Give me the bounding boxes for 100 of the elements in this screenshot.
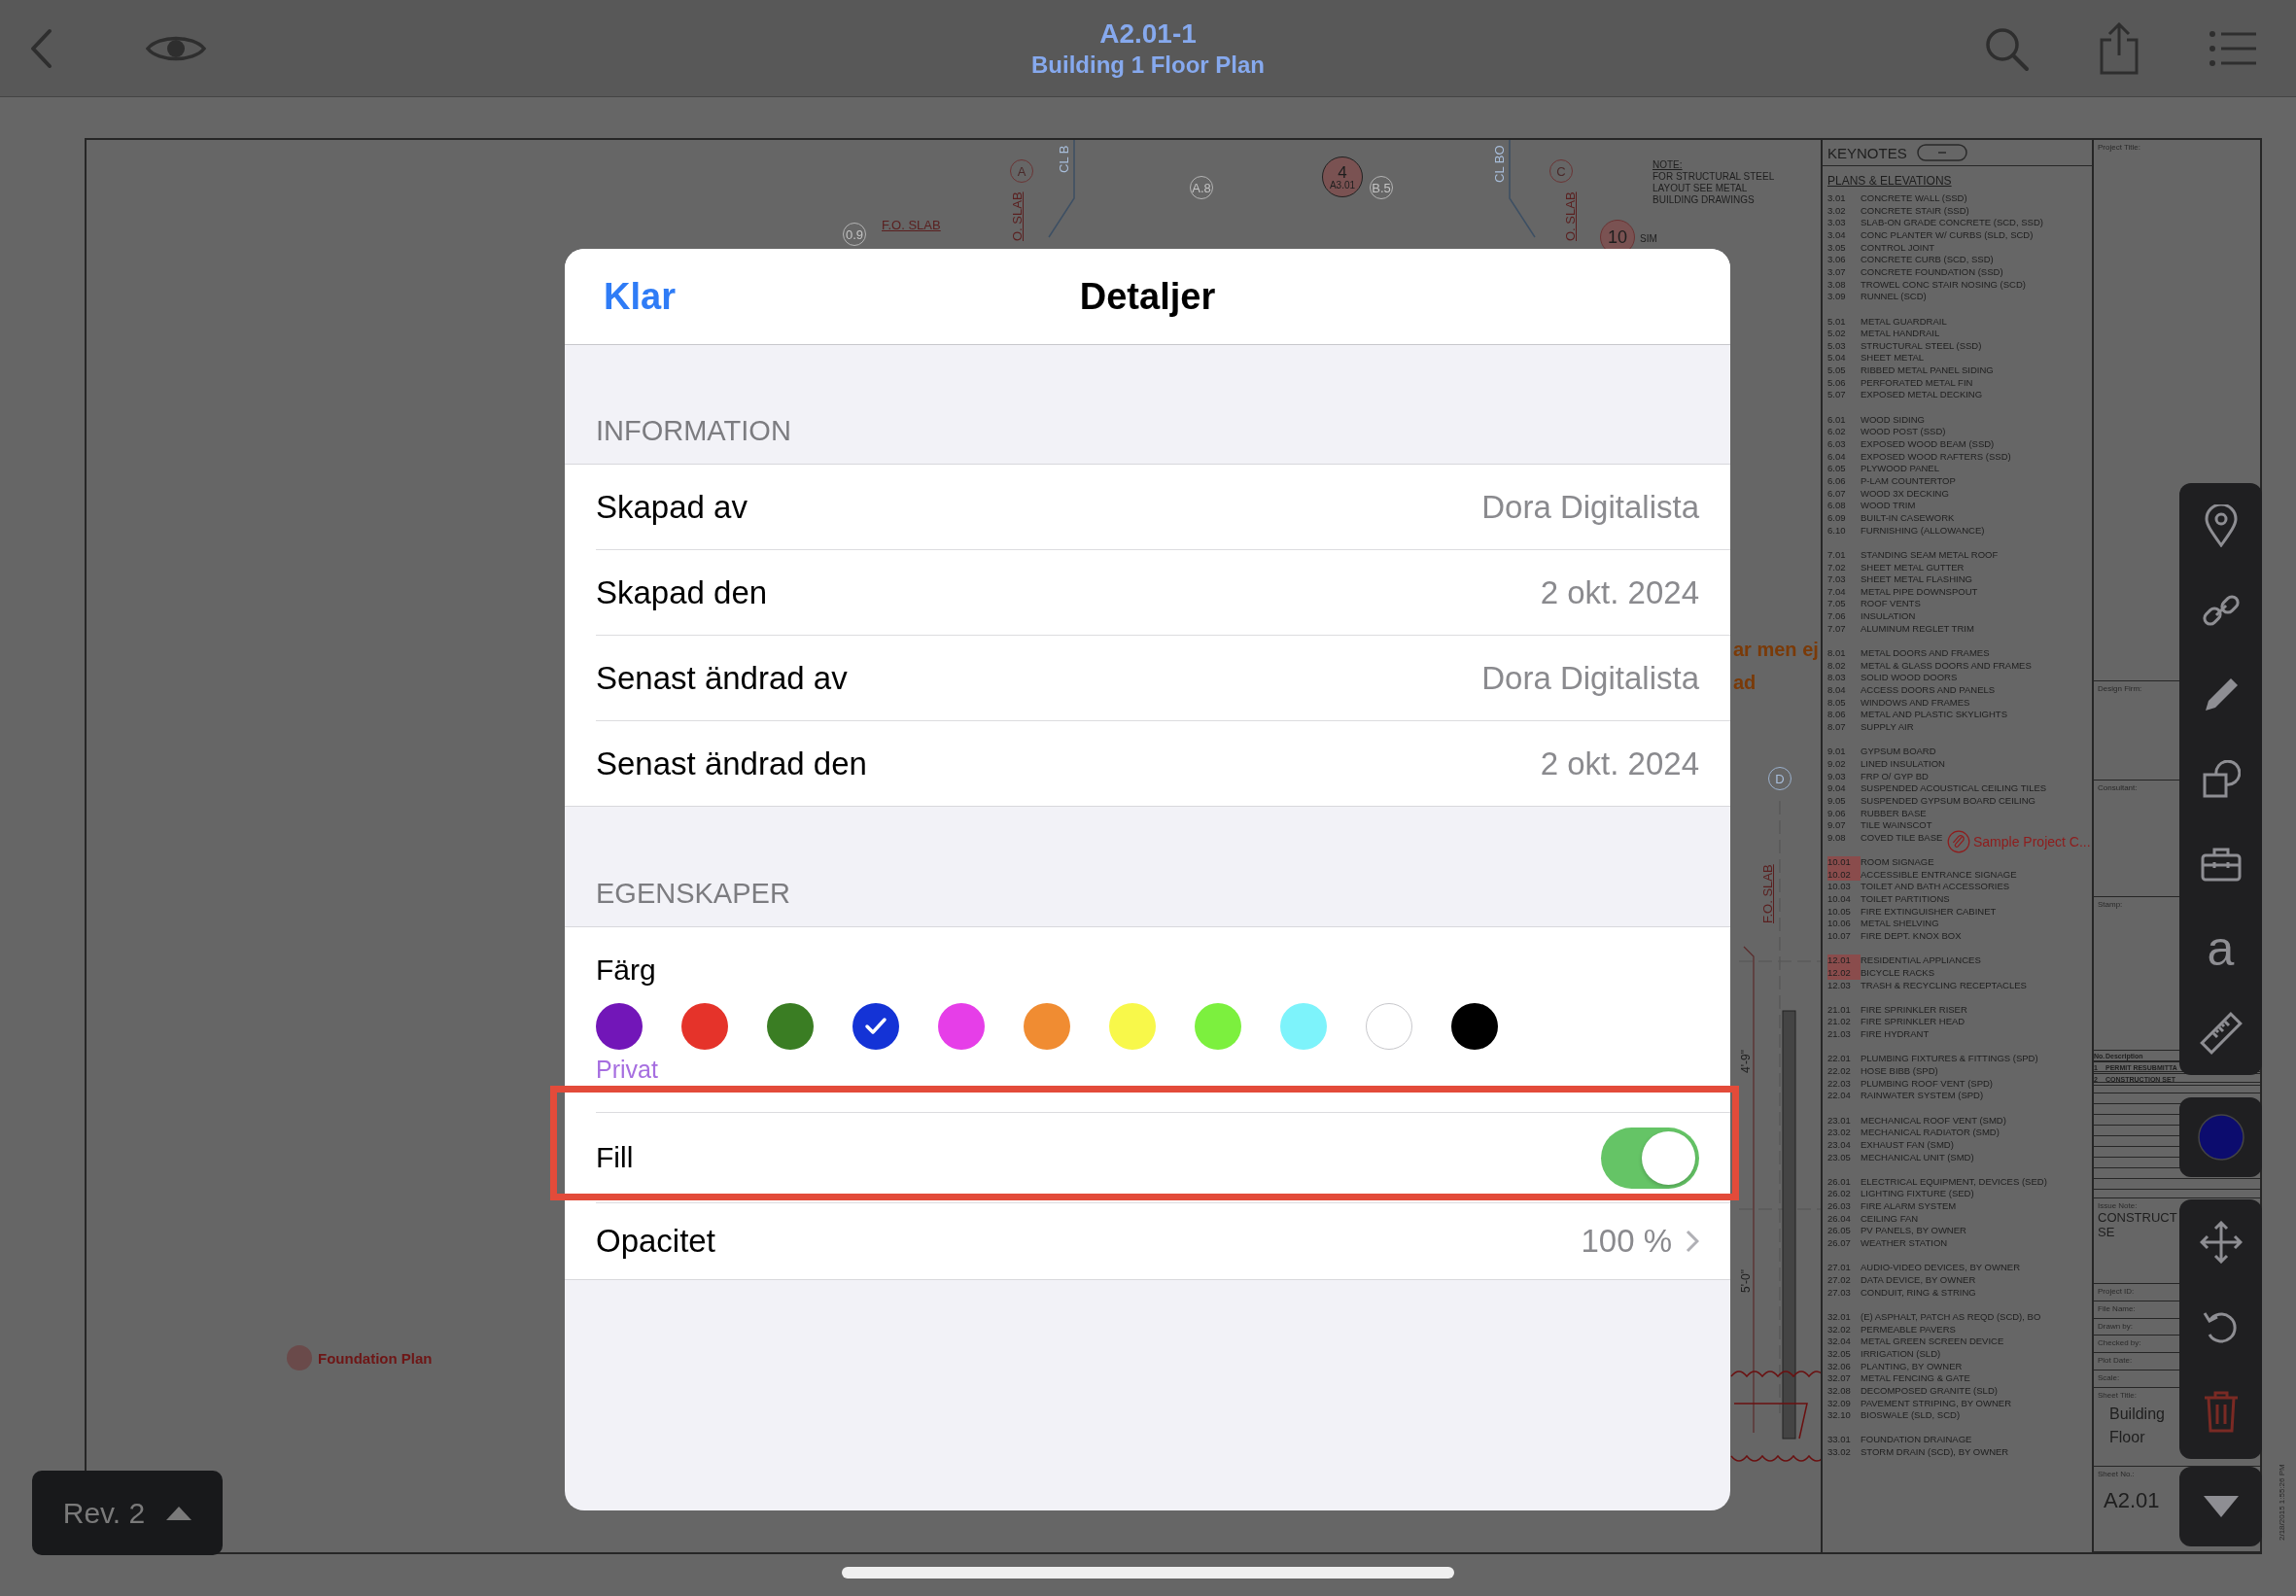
keynote-number: 8.05 <box>1827 696 1847 710</box>
keynote-number: 23.02 <box>1827 1127 1852 1139</box>
keynote-text: EXPOSED WOOD BEAM (SSD) <box>1861 438 1995 451</box>
keynote-number: 26.04 <box>1827 1212 1852 1226</box>
keynote-number: 10.06 <box>1827 918 1852 930</box>
color-swatch[interactable] <box>1024 1003 1070 1050</box>
keynote-number: 3.09 <box>1827 291 1847 303</box>
color-swatch[interactable] <box>1280 1003 1327 1050</box>
keynote-text: TOILET PARTITIONS <box>1861 893 1950 906</box>
color-swatch[interactable] <box>852 1003 899 1050</box>
keynote-text: METAL AND PLASTIC SKYLIGHTS <box>1861 709 2007 721</box>
row-label: Skapad den <box>596 573 768 611</box>
keynote-number: 7.01 <box>1827 548 1847 562</box>
keynote-number: 7.05 <box>1827 598 1847 611</box>
slab-label: F.O. SLAB <box>1760 864 1775 923</box>
slab-label: F.O. SLAB <box>882 218 941 232</box>
keynote-number: 32.02 <box>1827 1323 1852 1336</box>
keynote-number: 6.02 <box>1827 426 1847 438</box>
keynote-text: SHEET METAL GUTTER <box>1861 561 1965 574</box>
keynote-text: RUNNEL (SCD) <box>1861 291 1927 303</box>
keynote-text: SUPPLY AIR <box>1861 720 1914 734</box>
keynote-number: 22.04 <box>1827 1090 1852 1102</box>
keynote-number: 3.05 <box>1827 241 1847 255</box>
keynote-number: 22.03 <box>1827 1077 1852 1091</box>
keynote-text: CONCRETE WALL (SSD) <box>1861 192 1967 205</box>
pin-marker-icon[interactable] <box>287 1345 312 1370</box>
color-swatch[interactable] <box>681 1003 728 1050</box>
keynote-text: EXPOSED WOOD RAFTERS (SSD) <box>1861 450 2011 464</box>
done-button[interactable]: Klar <box>604 275 676 318</box>
attachment-label: Sample Project C... <box>1973 834 2091 850</box>
keynote-text: SOLID WOOD DOORS <box>1861 672 1958 684</box>
row-value: Dora Digitalista <box>1481 659 1699 697</box>
toggle-icon[interactable] <box>1916 144 1967 161</box>
keynote-text: LIGHTING FIXTURE (SED) <box>1861 1188 1974 1201</box>
list-icon[interactable] <box>2209 28 2257 68</box>
color-swatch[interactable] <box>1195 1003 1241 1050</box>
keynote-number: 5.03 <box>1827 339 1847 353</box>
keynote-text: FURNISHING (ALLOWANCE) <box>1861 524 1985 538</box>
keynote-text: PERMEABLE PAVERS <box>1861 1323 1956 1336</box>
keynote-number: 8.06 <box>1827 709 1847 721</box>
color-swatch[interactable] <box>596 1003 643 1050</box>
color-swatch[interactable] <box>767 1003 814 1050</box>
keynote-text: SHEET METAL FLASHING <box>1861 573 1972 586</box>
sheet-number: A2.01-1 <box>1099 17 1197 50</box>
keynote-text: MECHANICAL UNIT (SMD) <box>1861 1151 1974 1164</box>
color-name: Privat <box>596 1058 659 1082</box>
keynote-text: PV PANELS, BY OWNER <box>1861 1225 1966 1238</box>
caret-up-icon <box>166 1506 192 1520</box>
share-icon[interactable] <box>2098 21 2140 75</box>
keynote-number: 21.01 <box>1827 1003 1852 1017</box>
issue-note: CONSTRUCT <box>2098 1210 2178 1225</box>
centerline-label: CL BO <box>1492 145 1507 183</box>
slab-label: O. SLAB <box>1563 191 1578 241</box>
keynote-number: 26.05 <box>1827 1225 1852 1238</box>
keynote-number: 6.05 <box>1827 463 1847 475</box>
keynote-text: DECOMPOSED GRANITE (SLD) <box>1861 1384 1998 1398</box>
keynote-number: 8.03 <box>1827 672 1847 684</box>
keynote-text: WOOD POST (SSD) <box>1861 426 1946 438</box>
sheet-title-text: Building <box>2109 1405 2166 1423</box>
row-label: Opacitet <box>596 1223 715 1260</box>
markup-text: ad <box>1733 671 1757 694</box>
keynote-text: WINDOWS AND FRAMES <box>1861 696 1970 710</box>
keynote-text: EXHAUST FAN (SMD) <box>1861 1138 1954 1152</box>
centerline-label: CL B <box>1057 145 1071 173</box>
keynote-text: WOOD TRIM <box>1861 500 1916 512</box>
color-swatch[interactable] <box>938 1003 985 1050</box>
keynote-number: 22.01 <box>1827 1053 1852 1066</box>
keynote-number: 8.01 <box>1827 647 1847 660</box>
color-swatch[interactable] <box>1451 1003 1498 1050</box>
color-swatch[interactable] <box>1366 1003 1412 1050</box>
text-tool[interactable]: a <box>2179 906 2262 990</box>
row-label: Senast ändrad av <box>596 659 848 697</box>
keynote-number: 8.02 <box>1827 659 1847 673</box>
keynote-number: 32.06 <box>1827 1360 1852 1373</box>
keynote-number: 9.07 <box>1827 819 1847 832</box>
row-label: Skapad av <box>596 488 748 526</box>
keynote-text: MECHANICAL RADIATOR (SMD) <box>1861 1127 2000 1139</box>
color-swatch[interactable] <box>1109 1003 1156 1050</box>
keynote-number: 32.10 <box>1827 1409 1852 1422</box>
section-header: EGENSKAPER <box>595 878 791 911</box>
keynote-text: SUSPENDED GYPSUM BOARD CEILING <box>1861 794 2035 808</box>
keynote-text: PLYWOOD PANEL <box>1861 463 1939 475</box>
issue-note: SE <box>2098 1225 2116 1239</box>
keynote-number: 5.06 <box>1827 376 1847 390</box>
detail-note: SIM <box>1640 233 1657 245</box>
revision-button[interactable]: Rev. 2 <box>32 1471 223 1555</box>
keynote-text: FIRE EXTINGUISHER CABINET <box>1861 905 1997 919</box>
keynote-text: CEILING FAN <box>1861 1212 1919 1226</box>
paperclip-icon[interactable] <box>1947 830 1970 853</box>
keynote-text: HOSE BIBB (SPD) <box>1861 1065 1938 1078</box>
keynote-number: 10.07 <box>1827 930 1852 943</box>
keynote-text: PLANTING, BY OWNER <box>1861 1360 1963 1373</box>
back-button[interactable] <box>29 27 52 69</box>
keynote-text: METAL FENCING & GATE <box>1861 1372 1970 1385</box>
slab-label: O. SLAB <box>1010 191 1025 241</box>
keynote-text: STORM DRAIN (SCD), BY OWNER <box>1861 1446 2009 1459</box>
chevron-right-icon[interactable] <box>1686 1230 1699 1253</box>
keynote-number: 8.04 <box>1827 684 1847 697</box>
keynote-number: 5.02 <box>1827 328 1847 340</box>
keynote-text: ROOF VENTS <box>1861 598 1921 611</box>
